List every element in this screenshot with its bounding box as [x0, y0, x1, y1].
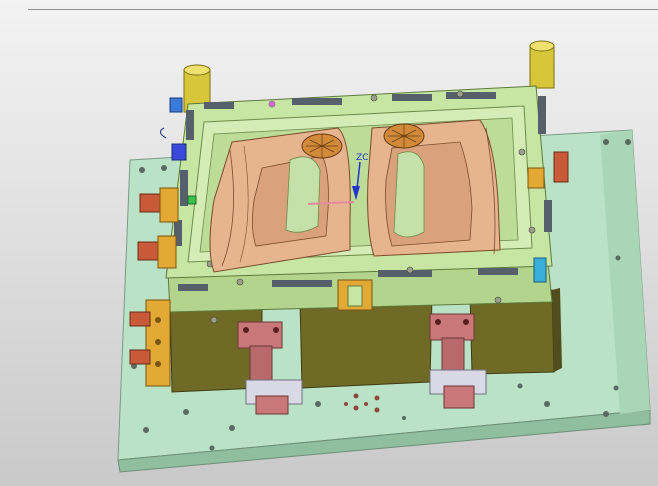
- water-connector-left[interactable]: [160, 97, 187, 161]
- vent-grille-right: [383, 123, 425, 149]
- guide-pillar-right[interactable]: [529, 40, 555, 89]
- csys-axis-label: ZC: [356, 153, 368, 163]
- cad-viewport[interactable]: ZC: [0, 0, 658, 486]
- ejector-marker: [269, 101, 275, 107]
- fitting-center[interactable]: [337, 279, 373, 311]
- indicator-green: [187, 195, 197, 205]
- mold-assembly-model[interactable]: ZC: [0, 0, 658, 486]
- vent-grille-left: [301, 133, 343, 159]
